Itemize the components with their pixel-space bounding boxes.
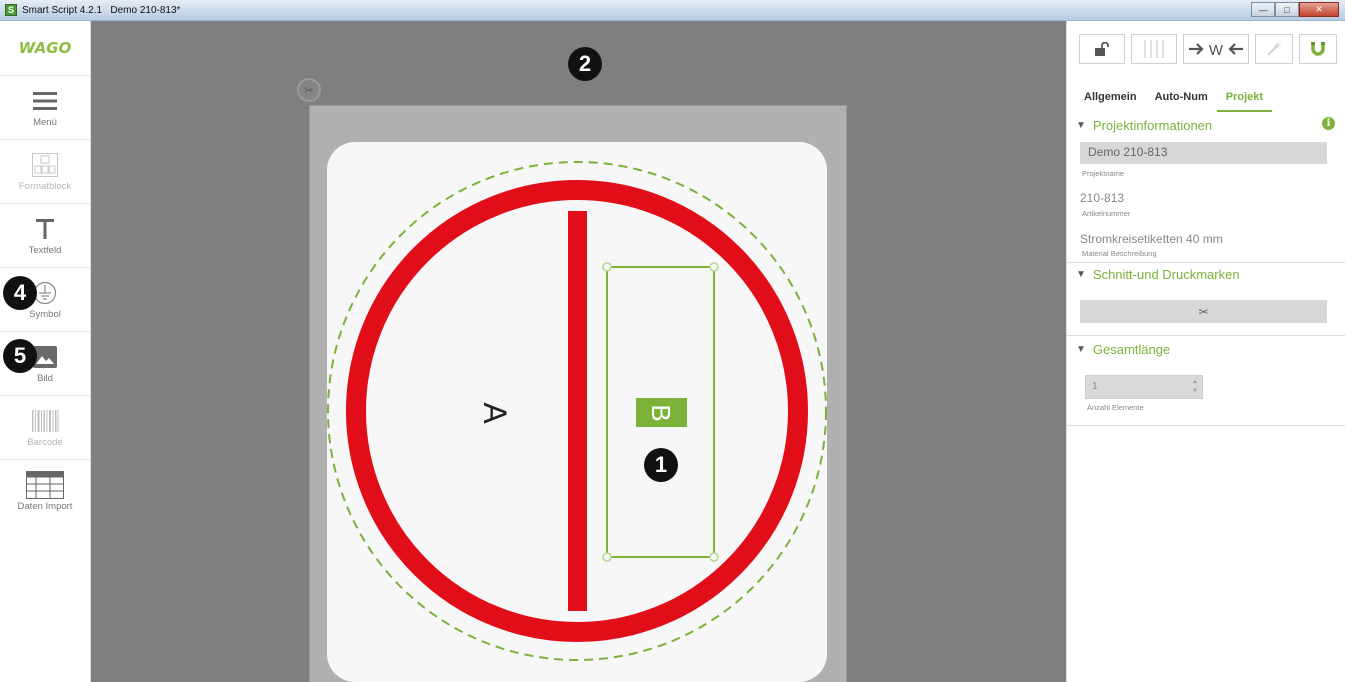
menu-label: Menü — [33, 116, 57, 128]
section-divider — [1067, 335, 1345, 336]
red-divider-bar — [568, 211, 587, 611]
columns-icon — [1144, 40, 1164, 58]
label-text-b[interactable]: B — [646, 404, 676, 421]
chevron-down-icon: ▼ — [1076, 344, 1086, 355]
label-text-a[interactable]: A — [477, 402, 513, 424]
material-caption: Material Beschreibung — [1082, 249, 1157, 258]
article-number-value: 210-813 — [1080, 191, 1125, 205]
formatblock-label: Formatblock — [18, 180, 72, 192]
wago-logo: WAGO — [0, 21, 90, 76]
daten-import-button[interactable]: Daten Import — [0, 460, 90, 524]
schnitt-druckmarken-heading: Schnitt-und Druckmarken — [1092, 267, 1240, 282]
section-divider — [1067, 425, 1345, 426]
left-toolbar: WAGO Menü Formatblock Textfeld Symbol Bi… — [0, 21, 91, 682]
resize-handle-br[interactable] — [709, 552, 719, 562]
close-button[interactable]: ✕ — [1299, 2, 1339, 17]
logo-text: WAGO — [18, 39, 72, 57]
menu-button[interactable]: Menü — [0, 76, 90, 140]
barcode-label: Barcode — [27, 436, 63, 448]
window-title: Smart Script 4.2.1 Demo 210-813* — [22, 4, 181, 16]
callout-4: 4 — [3, 276, 37, 310]
maximize-button[interactable]: □ — [1275, 2, 1299, 17]
window-title-bar: S Smart Script 4.2.1 Demo 210-813* — □ ✕ — [0, 0, 1345, 21]
lock-icon — [1095, 42, 1109, 56]
element-count-caption: Anzahl Elemente — [1087, 403, 1144, 412]
fit-width-button[interactable]: W — [1183, 34, 1249, 64]
fit-width-icon: W — [1189, 42, 1243, 58]
scissors-icon: ✂ — [1198, 304, 1209, 319]
properties-toolbar: W — [1079, 34, 1337, 64]
fit-width-label: W — [1209, 42, 1224, 58]
table-import-icon — [26, 471, 64, 499]
chevron-down-icon: ▼ — [1076, 120, 1086, 131]
callout-1: 1 — [644, 448, 678, 482]
bild-label: Bild — [37, 372, 53, 384]
gesamtlaenge-header[interactable]: ▼ Gesamtlänge — [1076, 342, 1170, 357]
project-name-caption: Projektname — [1082, 169, 1125, 178]
element-count-value: 1 — [1092, 381, 1098, 392]
gesamtlaenge-heading: Gesamtlänge — [1092, 342, 1171, 357]
magnet-icon — [1311, 42, 1325, 56]
projektinformationen-header[interactable]: ▼ Projektinformationen — [1076, 118, 1212, 133]
properties-panel: W Allgemein Auto-Num Projekt ▼ Projektin… — [1066, 21, 1345, 682]
chevron-down-icon: ▼ — [1076, 269, 1086, 280]
callout-2: 2 — [568, 47, 602, 81]
project-name-field[interactable]: Demo 210-813 — [1080, 142, 1327, 164]
barcode-icon — [31, 408, 59, 434]
formatblock-button[interactable]: Formatblock — [0, 140, 90, 204]
minimize-button[interactable]: — — [1251, 2, 1275, 17]
resize-handle-tl[interactable] — [602, 262, 612, 272]
app-icon: S — [5, 4, 17, 16]
resize-handle-bl[interactable] — [602, 552, 612, 562]
callout-5: 5 — [3, 339, 37, 373]
columns-button[interactable] — [1131, 34, 1177, 64]
hamburger-icon — [33, 88, 57, 114]
barcode-button[interactable]: Barcode — [0, 396, 90, 460]
symbol-label: Symbol — [29, 308, 61, 320]
text-t-icon — [35, 216, 55, 242]
textfeld-label: Textfeld — [28, 244, 62, 256]
window-controls: — □ ✕ — [1251, 2, 1339, 17]
daten-import-label: Daten Import — [17, 501, 73, 512]
section-divider — [1067, 262, 1345, 263]
properties-tabs: Allgemein Auto-Num Projekt — [1075, 86, 1273, 112]
tab-auto-num[interactable]: Auto-Num — [1146, 86, 1217, 112]
design-canvas[interactable]: ✂ B A 2 1 — [91, 21, 1066, 682]
tab-allgemein[interactable]: Allgemein — [1075, 86, 1146, 112]
grid-block-icon — [32, 152, 58, 178]
info-icon[interactable]: i — [1322, 117, 1335, 130]
article-number-caption: Artikelnummer — [1082, 209, 1131, 218]
textfeld-button[interactable]: Textfeld — [0, 204, 90, 268]
resize-handle-tr[interactable] — [709, 262, 719, 272]
label-graphics: B A — [327, 161, 827, 661]
projektinformationen-heading: Projektinformationen — [1092, 118, 1213, 133]
magic-wand-button[interactable] — [1255, 34, 1293, 64]
lock-button[interactable] — [1079, 34, 1125, 64]
material-value: Stromkreisetiketten 40 mm — [1080, 232, 1223, 246]
element-count-stepper[interactable]: 1 ▲ ▼ — [1085, 375, 1203, 399]
magic-wand-icon — [1267, 41, 1282, 56]
cut-marks-button[interactable]: ✂ — [1080, 300, 1327, 323]
tab-projekt[interactable]: Projekt — [1216, 86, 1273, 112]
stepper-arrows-icon[interactable]: ▲ ▼ — [1192, 378, 1198, 396]
schnitt-druckmarken-header[interactable]: ▼ Schnitt-und Druckmarken — [1076, 267, 1240, 282]
magnet-button[interactable] — [1299, 34, 1337, 64]
